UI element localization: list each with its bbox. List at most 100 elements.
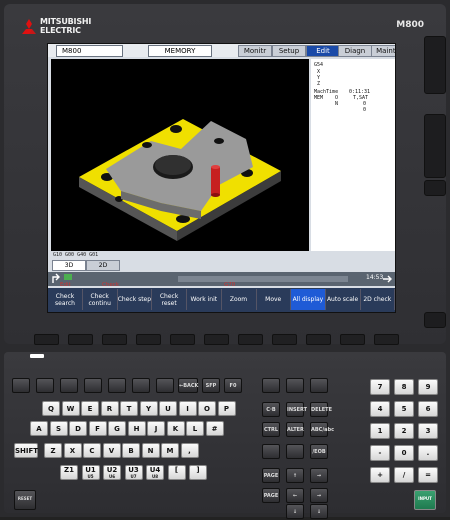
tab-mainte[interactable]: Mainte — [371, 45, 395, 57]
key-e[interactable]: E — [81, 401, 99, 416]
menu-function-key[interactable] — [136, 334, 161, 345]
eob-key[interactable]: /EOB — [310, 444, 328, 459]
key-p[interactable]: P — [217, 401, 236, 416]
tab-edit[interactable]: Edit — [306, 45, 340, 57]
right-arrow-key-2[interactable]: → — [310, 468, 328, 483]
page-down-key[interactable]: PAGE — [262, 488, 280, 503]
softkey-check-step[interactable]: Check step — [117, 289, 153, 310]
key-l[interactable]: L — [186, 421, 204, 436]
key-b[interactable]: B — [122, 443, 140, 458]
func-icon-key[interactable] — [84, 378, 102, 393]
numpad-key-11[interactable]: . — [418, 445, 438, 461]
softkey-check-search[interactable]: Check search — [48, 289, 83, 310]
softkey-zoom[interactable]: Zoom — [222, 289, 257, 310]
func-icon-key[interactable] — [60, 378, 78, 393]
alter-key[interactable]: ALTER — [286, 422, 304, 437]
key-u2[interactable]: U2 U6 — [103, 465, 121, 480]
key-u4[interactable]: U4 U8 — [146, 465, 164, 480]
key-u3[interactable]: U3 U7 — [124, 465, 143, 480]
input-key[interactable]: INPUT — [414, 490, 436, 510]
cancel-key[interactable]: C·B CAN — [262, 402, 280, 428]
menu-function-key[interactable] — [34, 334, 59, 345]
copy-icon-key[interactable] — [286, 378, 304, 393]
key-a[interactable]: A — [30, 421, 48, 436]
reset-key[interactable]: RESET — [14, 490, 36, 510]
tab-setup[interactable]: Setup — [272, 45, 306, 57]
back-key[interactable]: ←BACK — [178, 378, 198, 393]
ctrl-key[interactable]: CTRL — [262, 422, 280, 437]
key-rbracket[interactable]: ] — [189, 465, 207, 480]
key-w[interactable]: W — [61, 401, 80, 416]
key-u[interactable]: U — [159, 401, 177, 416]
delete-key[interactable]: DELETE — [310, 402, 332, 417]
key-s[interactable]: S — [49, 421, 68, 436]
softkey-work-init[interactable]: Work init — [187, 289, 222, 310]
numpad-key-9[interactable]: - — [370, 445, 390, 461]
softkey-all-display[interactable]: All display — [290, 289, 326, 310]
func-icon-key[interactable] — [12, 378, 30, 393]
menu-function-key[interactable] — [272, 334, 297, 345]
numpad-key-0[interactable]: 7 — [370, 379, 390, 395]
menu-function-key[interactable] — [170, 334, 195, 345]
numpad-key-1[interactable]: 8 — [394, 379, 414, 395]
numpad-key-14[interactable]: = — [418, 467, 438, 483]
key-lbracket[interactable]: [ — [167, 465, 186, 480]
menu-function-key[interactable] — [374, 334, 399, 345]
softkey-check-continu[interactable]: Check continu — [83, 289, 118, 310]
key-comma[interactable]: , — [180, 443, 199, 458]
numpad-key-4[interactable]: 5 — [394, 401, 414, 417]
numpad-key-8[interactable]: 3 — [418, 423, 438, 439]
key-d[interactable]: D — [69, 421, 87, 436]
tab-3d[interactable]: 3D — [52, 260, 86, 271]
mode-selector[interactable]: M800 — [56, 45, 123, 57]
key-n[interactable]: N — [141, 443, 160, 458]
numpad-key-2[interactable]: 9 — [418, 379, 438, 395]
key-q[interactable]: Q — [42, 401, 60, 416]
key-g[interactable]: G — [108, 421, 126, 436]
numpad-key-6[interactable]: 1 — [370, 423, 390, 439]
numpad-key-13[interactable]: / — [394, 467, 414, 483]
menu-function-key[interactable] — [68, 334, 93, 345]
side-button-upper[interactable] — [424, 36, 446, 94]
blank-edit-key[interactable] — [262, 444, 280, 459]
numpad-key-10[interactable]: 0 — [394, 445, 414, 461]
key-y[interactable]: Y — [139, 401, 158, 416]
key-j[interactable]: J — [147, 421, 165, 436]
graph-icon-key[interactable] — [310, 378, 328, 393]
softkey-auto-scale[interactable]: Auto scale — [326, 289, 361, 310]
softkey-check-reset[interactable]: Check reset — [152, 289, 188, 310]
numpad-key-12[interactable]: + — [370, 467, 390, 483]
key-x[interactable]: X — [63, 443, 82, 458]
f0-key[interactable]: F0 — [224, 378, 242, 393]
func-icon-key[interactable] — [156, 378, 174, 393]
insert-key[interactable]: INSERT — [286, 402, 307, 417]
side-button-bottom[interactable] — [424, 312, 446, 328]
menu-function-key[interactable] — [204, 334, 229, 345]
key-i[interactable]: I — [178, 401, 197, 416]
3d-check-viewport[interactable] — [51, 59, 309, 251]
key-hash[interactable]: # — [205, 421, 224, 436]
sfp-key[interactable]: SFP — [202, 378, 220, 393]
numpad-key-7[interactable]: 2 — [394, 423, 414, 439]
key-z1[interactable]: Z1 — [60, 465, 78, 480]
menu-function-key[interactable] — [102, 334, 127, 345]
tab-diagn[interactable]: Diagn — [338, 45, 372, 57]
key-f[interactable]: F — [88, 421, 107, 436]
side-button-lower[interactable] — [424, 114, 446, 178]
menu-function-key[interactable] — [238, 334, 263, 345]
numpad-key-3[interactable]: 4 — [370, 401, 390, 417]
key-u1[interactable]: U1 U5 — [81, 465, 100, 480]
key-z[interactable]: Z — [44, 443, 62, 458]
blank-edit-key-2[interactable] — [286, 444, 304, 459]
key-r[interactable]: R — [100, 401, 119, 416]
numpad-key-5[interactable]: 6 — [418, 401, 438, 417]
key-v[interactable]: V — [102, 443, 121, 458]
softkey-move[interactable]: Move — [256, 289, 292, 310]
page-up-key[interactable]: PAGE — [262, 468, 280, 483]
next-menu-arrow-icon[interactable] — [382, 274, 393, 284]
tab-2d[interactable]: 2D — [86, 260, 120, 271]
edit-icon-key[interactable] — [262, 378, 280, 393]
right-arrow-key[interactable]: → — [310, 488, 328, 503]
case-key[interactable]: ABC/abc — [310, 422, 334, 437]
key-o[interactable]: O — [198, 401, 216, 416]
